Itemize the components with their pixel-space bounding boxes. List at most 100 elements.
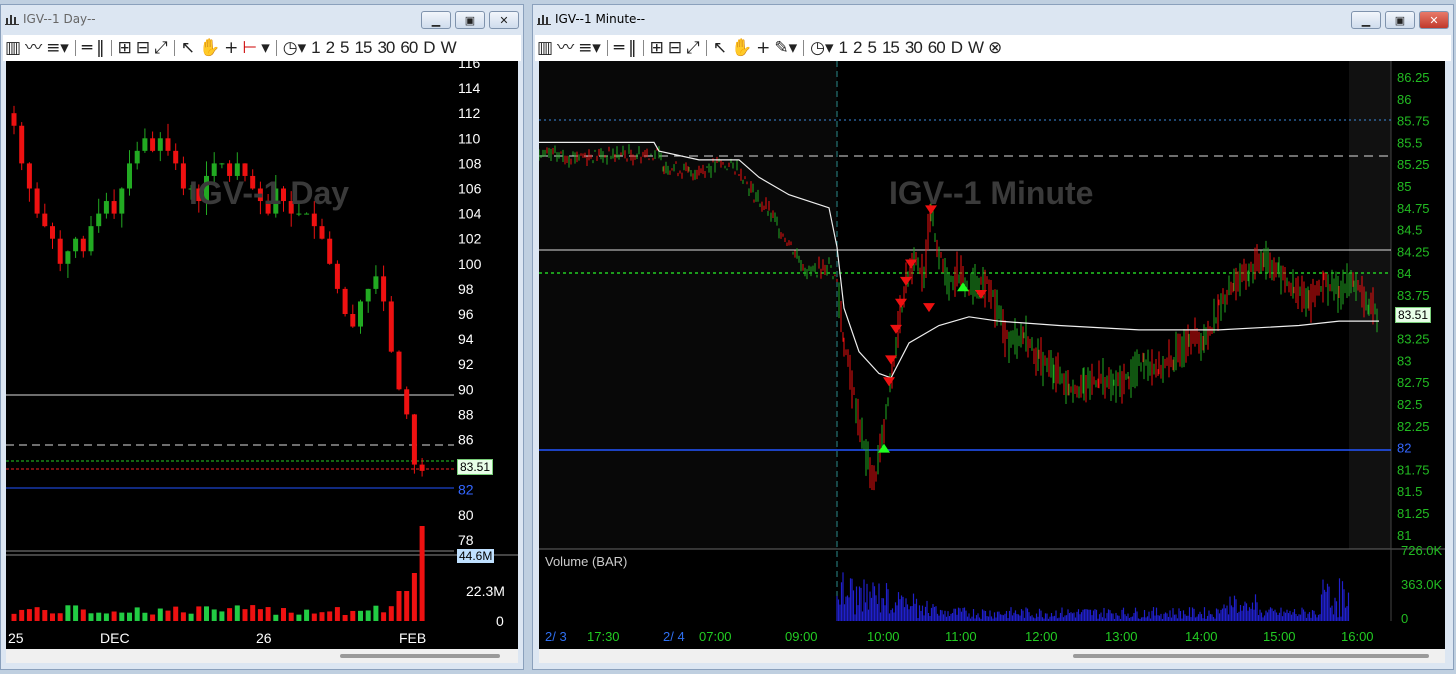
close-button[interactable]: ✕: [1419, 11, 1449, 29]
bar-chart-icon[interactable]: ▥: [535, 36, 555, 60]
minimize-button[interactable]: ▁: [421, 11, 451, 29]
interval-week[interactable]: W: [965, 36, 986, 60]
candle-body: [73, 238, 79, 252]
daily-scrollbar[interactable]: [6, 649, 518, 663]
volume-bar: [88, 613, 94, 621]
price-tick-label: 86: [1397, 92, 1411, 107]
line-chart-icon[interactable]: 〰: [555, 36, 576, 60]
interval-5[interactable]: 5: [337, 36, 351, 60]
minimize-icon: ▁: [431, 14, 441, 27]
sell-signal-marker: [923, 303, 935, 313]
interval-5[interactable]: 5: [864, 36, 878, 60]
minute-scroll-thumb[interactable]: [1073, 654, 1429, 658]
crosshair-icon[interactable]: +: [754, 36, 772, 60]
interval-60[interactable]: 60: [397, 36, 420, 60]
zoom-fit-icon[interactable]: ⤢: [684, 36, 702, 60]
pointer-icon[interactable]: ↖: [711, 36, 729, 60]
interval-1[interactable]: 1: [308, 36, 322, 60]
pan-hand-icon[interactable]: ✋: [197, 36, 222, 60]
cancel-circle-icon[interactable]: ⊗: [986, 36, 1004, 60]
volume-bar: [42, 610, 48, 621]
volume-bar: [419, 526, 425, 621]
close-button[interactable]: ✕: [489, 11, 519, 29]
horizontal-split-icon[interactable]: ═: [80, 36, 94, 60]
candle-body: [127, 163, 132, 189]
candle-body: [134, 150, 140, 164]
interval-1[interactable]: 1: [836, 36, 850, 60]
price-tick-label: 78: [458, 532, 474, 548]
volume-bar: [165, 610, 171, 621]
candle-body: [165, 138, 171, 151]
interval-60[interactable]: 60: [925, 36, 948, 60]
interval-15[interactable]: 15: [879, 36, 902, 60]
price-tick-label: 85: [1397, 179, 1411, 194]
candle-body: [327, 238, 333, 264]
volume-bar: [365, 610, 371, 621]
interval-day[interactable]: D: [420, 36, 437, 60]
minute-title-bar[interactable]: IGV--1 Minute-- ▁ ▣ ✕: [533, 5, 1453, 33]
volume-bar: [188, 613, 194, 621]
time-tick-label: 16:00: [1341, 629, 1374, 644]
price-tick-label: 84.75: [1397, 201, 1430, 216]
interval-30[interactable]: 30: [902, 36, 925, 60]
crosshair-icon[interactable]: +: [222, 36, 240, 60]
clock-icon[interactable]: ◷▾: [808, 36, 835, 60]
candle-body: [404, 389, 410, 415]
candle-body: [88, 226, 94, 252]
daily-last-price-tag: 83.51: [457, 459, 494, 475]
bar-chart-icon[interactable]: ▥: [3, 36, 23, 60]
candle-body: [311, 213, 317, 227]
volume-bar: [311, 613, 317, 621]
draw-line-icon[interactable]: ⊢: [240, 36, 259, 60]
volume-bar: [111, 611, 117, 621]
maximize-button[interactable]: ▣: [455, 11, 485, 29]
volume-bar: [373, 605, 379, 621]
volume-bar: [327, 611, 333, 621]
minute-price-chart[interactable]: 86.25 86 85.75 85.5 85.25 85 84.75 84.5 84.25 84 8…: [539, 61, 1445, 649]
line-chart-icon[interactable]: 〰: [23, 36, 44, 60]
zoom-out-icon[interactable]: ⊟: [666, 36, 684, 60]
volume-bar: [296, 614, 302, 621]
daily-scroll-thumb[interactable]: [340, 654, 500, 658]
vertical-split-icon[interactable]: ‖: [94, 36, 107, 60]
daily-chart-pane[interactable]: 116 114 112 110 108 106 104 102 100 98 96 94 92 90 88 8…: [6, 61, 518, 649]
price-tick-label: 83: [1397, 353, 1411, 368]
interval-30[interactable]: 30: [374, 36, 397, 60]
minimize-button[interactable]: ▁: [1351, 11, 1381, 29]
daily-chart-window: IGV--1 Day-- ▁ ▣ ✕ ▥ 〰 ≡▾ ═ ‖ ⊞ ⊟ ⤢ ↖ ✋ …: [0, 4, 524, 670]
price-tick-label: 85.75: [1397, 114, 1430, 129]
indicator-menu-icon[interactable]: ≡▾: [44, 36, 71, 60]
volume-bar: [134, 607, 140, 621]
vertical-split-icon[interactable]: ‖: [626, 36, 639, 60]
zoom-fit-icon[interactable]: ⤢: [152, 36, 170, 60]
daily-price-chart[interactable]: 116 114 112 110 108 106 104 102 100 98 96 94 92 90 88 8…: [6, 61, 518, 649]
interval-week[interactable]: W: [438, 36, 459, 60]
minute-scrollbar[interactable]: [539, 649, 1445, 663]
horizontal-split-icon[interactable]: ═: [612, 36, 626, 60]
zoom-out-icon[interactable]: ⊟: [134, 36, 152, 60]
price-tick-label: 92: [458, 356, 474, 372]
time-tick-label: 15:00: [1263, 629, 1296, 644]
interval-day[interactable]: D: [948, 36, 965, 60]
candle-body: [304, 213, 310, 215]
pencil-icon[interactable]: ✎▾: [772, 36, 799, 60]
daily-title-bar[interactable]: IGV--1 Day-- ▁ ▣ ✕: [1, 5, 523, 33]
clock-icon[interactable]: ◷▾: [281, 36, 308, 60]
interval-15[interactable]: 15: [352, 36, 375, 60]
maximize-button[interactable]: ▣: [1385, 11, 1415, 29]
price-tick-label: 85.5: [1397, 135, 1422, 150]
indicator-menu-icon[interactable]: ≡▾: [576, 36, 603, 60]
minute-chart-pane[interactable]: 86.25 86 85.75 85.5 85.25 85 84.75 84.5 84.25 84 8…: [539, 61, 1445, 649]
sell-signal-marker: [883, 377, 895, 387]
price-tick-label: 82: [1397, 441, 1411, 456]
zoom-in-icon[interactable]: ⊞: [116, 36, 134, 60]
pan-hand-icon[interactable]: ✋: [729, 36, 754, 60]
dropdown-icon[interactable]: ▾: [259, 36, 272, 60]
volume-bar: [411, 573, 417, 621]
pointer-icon[interactable]: ↖: [179, 36, 197, 60]
interval-2[interactable]: 2: [323, 36, 337, 60]
zoom-in-icon[interactable]: ⊞: [648, 36, 666, 60]
interval-2[interactable]: 2: [850, 36, 864, 60]
volume-bar: [142, 612, 148, 621]
price-tick-label: 110: [458, 130, 481, 146]
